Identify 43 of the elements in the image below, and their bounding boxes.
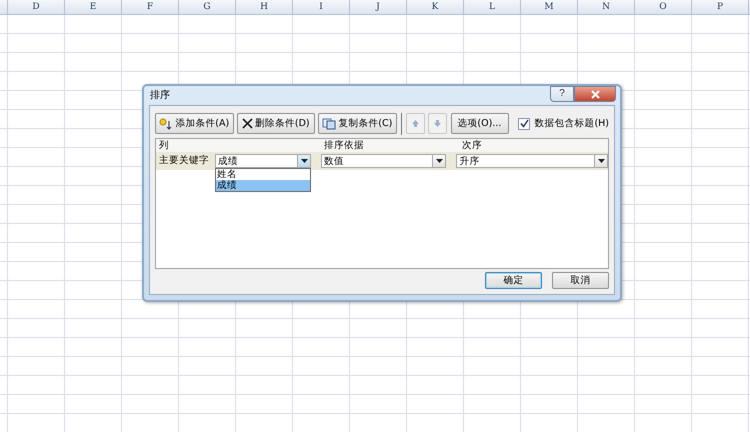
column-header[interactable]: N <box>578 0 635 14</box>
column-header[interactable]: F <box>122 0 179 14</box>
column-header[interactable]: E <box>65 0 122 14</box>
column-heading: 排序依据 <box>323 139 365 152</box>
dropdown-option[interactable]: 成绩 <box>216 180 310 191</box>
cancel-button[interactable]: 取消 <box>552 272 609 289</box>
copy-condition-button[interactable]: 复制条件(C) <box>318 113 397 134</box>
check-icon <box>520 119 529 128</box>
options-button[interactable]: 选项(O)... <box>451 113 510 134</box>
row-label: 主要关键字 <box>158 154 210 167</box>
column-header[interactable]: K <box>407 0 464 14</box>
column-header[interactable]: L <box>464 0 521 14</box>
column-heading: 列 <box>158 139 170 152</box>
up-arrow-icon <box>410 119 420 128</box>
column-header[interactable]: I <box>293 0 350 14</box>
down-arrow-icon <box>433 119 442 128</box>
checkbox-label: 数据包含标题(H) <box>534 117 610 130</box>
window-title: 排序 <box>150 88 170 103</box>
close-icon <box>590 90 600 98</box>
dropdown-field[interactable]: 升序 <box>456 154 608 168</box>
delete-icon <box>242 118 253 129</box>
help-button[interactable]: ? <box>550 86 574 102</box>
add-condition-button[interactable]: 添加条件(A) <box>155 113 234 134</box>
column-heading: 次序 <box>461 139 482 152</box>
column-header[interactable]: M <box>521 0 578 14</box>
ok-button[interactable]: 确定 <box>485 272 542 289</box>
column-header[interactable]: P <box>692 0 749 14</box>
dropdown-arrow-icon <box>436 159 443 163</box>
column-header[interactable]: G <box>179 0 236 14</box>
column-header[interactable]: D <box>8 0 65 14</box>
column-header[interactable]: J <box>350 0 407 14</box>
copy-icon <box>322 118 336 130</box>
close-button[interactable] <box>574 86 616 102</box>
dropdown-arrow-icon <box>598 159 604 163</box>
column-header[interactable]: O <box>635 0 692 14</box>
delete-condition-button[interactable]: 删除条件(D) <box>236 113 316 134</box>
dropdown-field[interactable]: 成绩 <box>215 154 311 168</box>
dropdown-field[interactable]: 数值 <box>321 154 446 168</box>
checkbox[interactable] <box>518 118 530 130</box>
column-header[interactable]: H <box>236 0 293 14</box>
dropdown-option[interactable]: 姓名 <box>216 169 310 180</box>
dropdown-arrow-icon <box>300 159 308 163</box>
add-condition-icon <box>159 118 174 130</box>
